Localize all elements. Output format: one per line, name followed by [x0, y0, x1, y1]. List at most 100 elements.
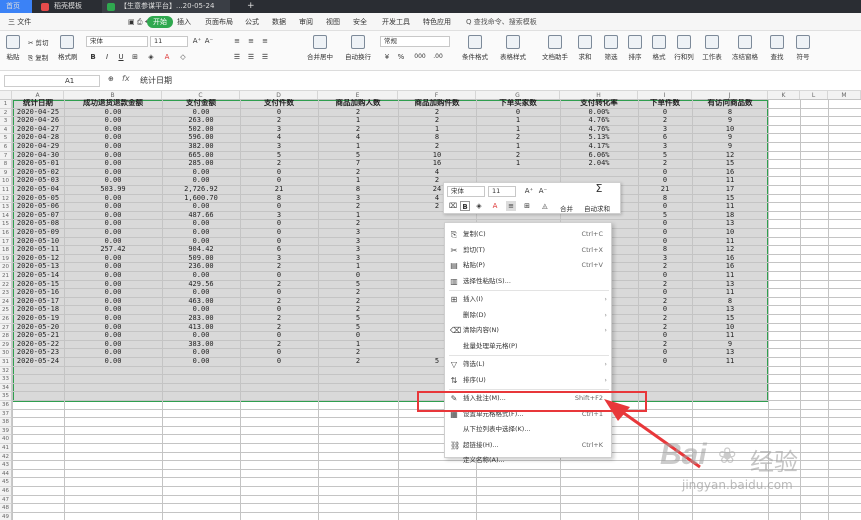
table-cell[interactable]: 0.00 [162, 168, 240, 177]
table-cell[interactable]: 0.00 [162, 348, 240, 357]
row-header[interactable]: 15 [0, 220, 12, 229]
header-cell[interactable]: 下单件数 [638, 99, 692, 108]
sort-button[interactable]: 排序 [624, 35, 646, 61]
row-header[interactable]: 41 [0, 444, 12, 453]
table-cell[interactable]: 21 [240, 185, 318, 194]
table-cell[interactable]: 2020-05-03 [12, 176, 64, 185]
table-cell[interactable]: 21 [638, 185, 692, 194]
table-cell[interactable]: 16 [692, 168, 768, 177]
table-cell[interactable]: 1 [318, 262, 398, 271]
table-cell[interactable]: 2020-05-24 [12, 357, 64, 366]
menu-insert[interactable]: 插入 [173, 16, 195, 28]
table-cell[interactable]: 8 [638, 245, 692, 254]
table-cell[interactable]: 10 [398, 151, 476, 160]
table-cell[interactable]: 2 [318, 288, 398, 297]
table-cell[interactable]: 1 [476, 159, 560, 168]
paste-button[interactable]: 粘贴 [4, 35, 22, 61]
tab-docer[interactable]: 稻壳模板 [36, 0, 90, 13]
table-cell[interactable]: 0.00 [64, 280, 162, 289]
table-cell[interactable]: 2 [398, 108, 476, 117]
table-cell[interactable]: 9 [692, 340, 768, 349]
menu-developer[interactable]: 开发工具 [378, 16, 414, 28]
table-cell[interactable]: 2 [318, 357, 398, 366]
row-header[interactable]: 7 [0, 151, 12, 161]
row-header[interactable]: 20 [0, 263, 12, 272]
table-cell[interactable]: 0 [638, 237, 692, 246]
table-cell[interactable]: 9 [692, 116, 768, 125]
table-cell[interactable]: 3 [240, 211, 318, 220]
menu-view[interactable]: 视图 [322, 16, 344, 28]
table-cell[interactable]: 0.00 [64, 237, 162, 246]
header-cell[interactable]: 支付件数 [240, 99, 318, 108]
table-cell[interactable]: 0.00 [64, 357, 162, 366]
border-icon[interactable]: ⊞ [522, 201, 532, 211]
header-cell[interactable]: 有访问商品数 [692, 99, 768, 108]
table-cell[interactable]: 2020-04-28 [12, 133, 64, 142]
table-cell[interactable]: 2020-05-08 [12, 219, 64, 228]
row-header[interactable]: 6 [0, 143, 12, 152]
fx-icon[interactable]: fx [122, 74, 130, 83]
font-color-icon[interactable]: A [490, 201, 500, 211]
table-cell[interactable]: 0.00 [64, 194, 162, 203]
table-cell[interactable]: 283.00 [162, 314, 240, 323]
table-cell[interactable]: 2.04% [560, 159, 638, 168]
table-cell[interactable]: 12 [692, 245, 768, 254]
table-cell[interactable]: 15 [692, 314, 768, 323]
formula-input[interactable]: 统计日期 [140, 75, 172, 86]
table-cell[interactable]: 0.00 [64, 133, 162, 142]
table-cell[interactable]: 0 [638, 305, 692, 314]
font-grow-icon[interactable]: A⁺ [524, 186, 534, 196]
format-painter-icon[interactable]: ⌧ [448, 201, 458, 211]
context-menu-item[interactable]: 定义名称(A)... [445, 453, 613, 469]
format-painter-button[interactable]: 格式刷 [58, 35, 78, 61]
table-cell[interactable]: 257.42 [64, 245, 162, 254]
font-select[interactable]: 宋体 [86, 36, 148, 47]
table-cell[interactable]: 2020-04-25 [12, 108, 64, 117]
table-cell[interactable]: 0.00 [162, 271, 240, 280]
table-cell[interactable]: 2020-05-12 [12, 254, 64, 263]
table-cell[interactable]: 11 [692, 288, 768, 297]
table-cell[interactable]: 0.00 [162, 202, 240, 211]
table-cell[interactable]: 0.00 [64, 297, 162, 306]
table-cell[interactable]: 8 [398, 133, 476, 142]
worksheet-button[interactable]: 工作表 [700, 35, 724, 61]
table-cell[interactable]: 3 [240, 254, 318, 263]
align-bottom-icon[interactable]: ≡ [260, 36, 270, 46]
table-cell[interactable]: 5 [240, 151, 318, 160]
menu-formulas[interactable]: 公式 [241, 16, 263, 28]
row-header[interactable]: 2 [0, 108, 12, 118]
row-header[interactable]: 5 [0, 134, 12, 143]
table-cell[interactable]: 5 [318, 314, 398, 323]
row-header[interactable]: 32 [0, 366, 12, 376]
table-cell[interactable]: 2 [398, 116, 476, 125]
header-cell[interactable]: 统计日期 [12, 99, 64, 108]
table-cell[interactable]: 2020-05-14 [12, 271, 64, 280]
row-header[interactable]: 30 [0, 349, 12, 358]
table-cell[interactable]: 2 [240, 323, 318, 332]
table-cell[interactable]: 1 [318, 176, 398, 185]
table-cell[interactable]: 0 [240, 271, 318, 280]
context-menu-item[interactable]: 删除(D) › [445, 308, 613, 324]
table-cell[interactable]: 413.00 [162, 323, 240, 332]
table-cell[interactable]: 1 [318, 116, 398, 125]
context-menu-item[interactable]: ▽ 筛选(L) › [445, 357, 613, 373]
sigma-icon[interactable]: Σ [594, 183, 604, 194]
table-cell[interactable]: 263.00 [162, 116, 240, 125]
row-header[interactable]: 27 [0, 323, 12, 333]
context-menu-item[interactable]: ✂ 剪切(T) Ctrl+X [445, 243, 613, 259]
table-cell[interactable]: 2 [318, 305, 398, 314]
table-cell[interactable]: 502.00 [162, 125, 240, 134]
context-menu-item[interactable]: ▥ 选择性粘贴(S)... [445, 274, 613, 290]
table-cell[interactable]: 0.00 [64, 211, 162, 220]
context-menu-item[interactable]: ⇅ 排序(U) › [445, 373, 613, 389]
table-cell[interactable]: 236.00 [162, 262, 240, 271]
table-style-button[interactable]: 表格样式 [498, 35, 528, 61]
header-cell[interactable]: 下单买家数 [476, 99, 560, 108]
row-header[interactable]: 16 [0, 229, 12, 238]
table-cell[interactable]: 8 [318, 185, 398, 194]
table-cell[interactable]: 0 [240, 357, 318, 366]
table-cell[interactable]: 0.00 [162, 228, 240, 237]
row-header[interactable]: 19 [0, 254, 12, 264]
format-button[interactable]: 格式 [648, 35, 670, 61]
table-cell[interactable]: 2020-05-01 [12, 159, 64, 168]
